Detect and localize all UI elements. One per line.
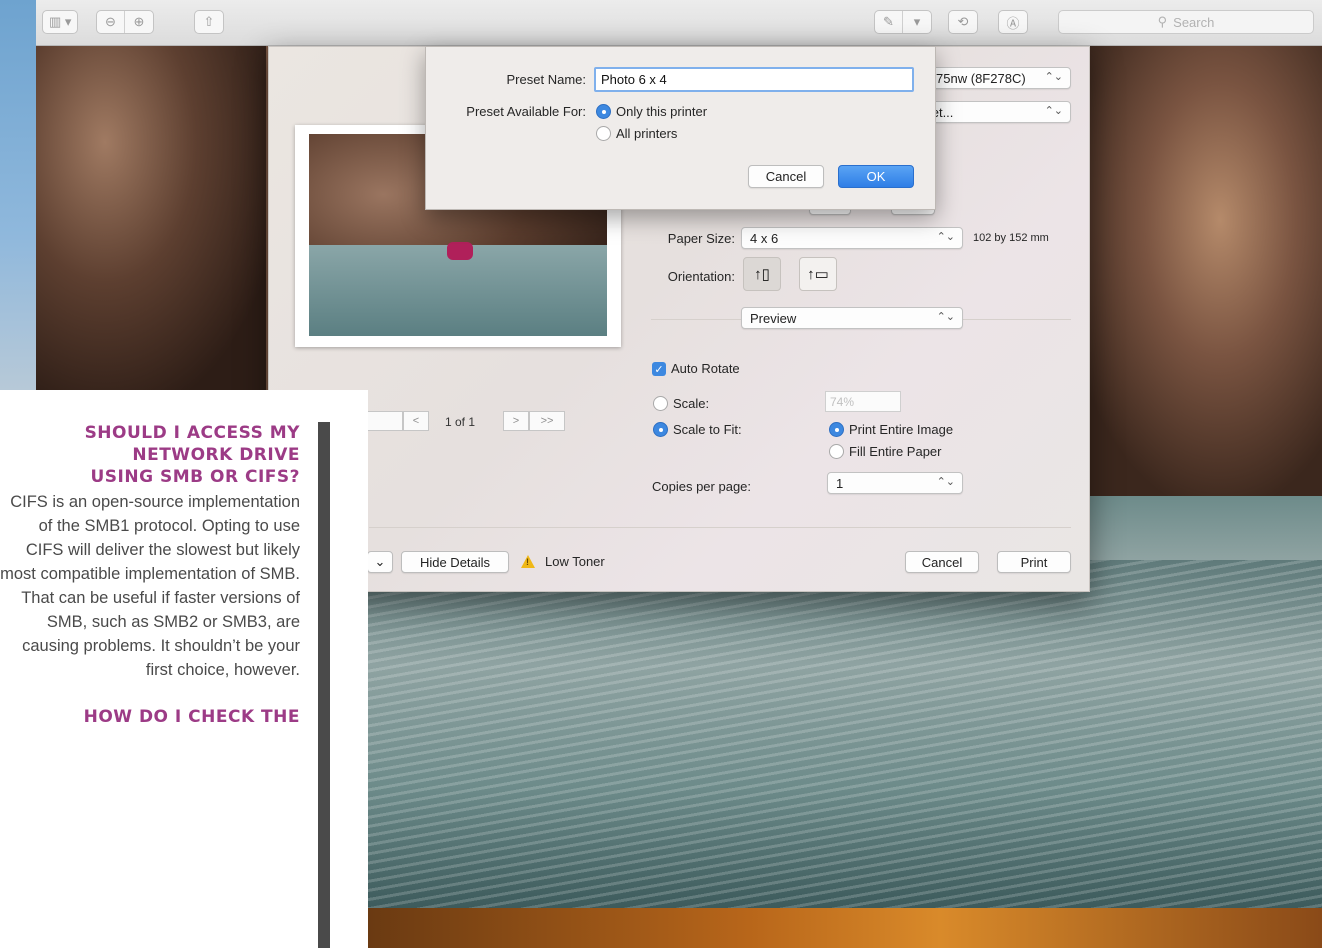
background-water-right — [1067, 496, 1322, 560]
auto-rotate-checkbox[interactable]: ✓ — [652, 362, 666, 376]
copies-per-page-value: 1 — [836, 475, 844, 491]
share-icon[interactable]: ⇧ — [195, 11, 223, 33]
orientation-label: Orientation: — [667, 269, 735, 284]
fill-entire-paper-radio[interactable] — [829, 444, 844, 459]
hide-details-button[interactable]: Hide Details — [401, 551, 509, 573]
article-heading: SHOULD I ACCESS MY NETWORK DRIVE USING S… — [84, 423, 300, 487]
page-prev-button[interactable]: < — [403, 411, 429, 431]
fill-entire-paper-label: Fill Entire Paper — [849, 444, 942, 459]
page-first-button[interactable] — [363, 411, 403, 431]
background-sunset-strip — [368, 908, 1322, 948]
portrait-orientation-icon[interactable]: ↑▯ — [743, 257, 781, 291]
page-count: 1 of 1 — [445, 415, 476, 429]
article-paragraph: CIFS is an open-source implementation of… — [0, 493, 300, 679]
updown-arrows-icon: ⌃⌄ — [936, 311, 955, 323]
background-water — [368, 560, 1322, 910]
search-field[interactable]: ⚲ Search — [1058, 10, 1314, 34]
article-vertical-rule — [318, 422, 330, 948]
share-group: ⇧ — [194, 10, 224, 34]
scale-label: Scale: — [673, 396, 710, 411]
landscape-orientation-icon[interactable]: ↑▭ — [799, 257, 837, 291]
search-placeholder: Search — [1173, 14, 1215, 30]
paper-size-label: Paper Size: — [667, 231, 735, 246]
app-settings-select[interactable]: Preview ⌃⌄ — [741, 307, 963, 329]
cancel-button[interactable]: Cancel — [905, 551, 979, 573]
page-nav-back: < — [363, 411, 429, 431]
pdf-menu-button[interactable]: ⌄ — [367, 551, 393, 573]
save-preset-dialog: Preset Name: Photo 6 x 4 Preset Availabl… — [425, 46, 936, 210]
low-toner-warning-icon — [521, 555, 535, 568]
page-last-button[interactable]: >> — [529, 411, 565, 431]
rotate-group: ⟲ — [948, 10, 978, 34]
scale-to-fit-radio[interactable] — [653, 422, 668, 437]
preset-cancel-button[interactable]: Cancel — [748, 165, 824, 188]
page-nav-forward: > >> — [503, 411, 565, 431]
markup-menu-icon[interactable]: ▾ — [903, 11, 931, 33]
print-entire-image-label: Print Entire Image — [849, 422, 954, 437]
scale-percent-input[interactable]: 74% — [825, 391, 901, 412]
preview-toolbar: ▥ ▾ ⊖ ⊕ ⇧ ✎ ▾ ⟲ Ⓐ ⚲ Search — [36, 0, 1322, 46]
annotate-icon[interactable]: Ⓐ — [999, 11, 1027, 33]
paper-size-select[interactable]: 4 x 6 ⌃⌄ — [741, 227, 963, 249]
print-entire-image-radio[interactable] — [829, 422, 844, 437]
markup-pen-icon[interactable]: ✎ — [875, 11, 903, 33]
article-heading: HOW DO I CHECK THE — [83, 707, 300, 727]
paper-size-value: 4 x 6 — [750, 230, 779, 246]
updown-arrows-icon: ⌃⌄ — [1044, 71, 1063, 83]
zoom-out-icon[interactable]: ⊖ — [97, 11, 125, 33]
updown-arrows-icon: ⌃⌄ — [936, 476, 955, 488]
preset-ok-button[interactable]: OK — [838, 165, 914, 188]
preset-available-label: Preset Available For: — [466, 104, 586, 119]
scale-to-fit-label: Scale to Fit: — [673, 422, 742, 437]
copies-per-page-label: Copies per page: — [652, 479, 752, 494]
app-settings-value: Preview — [750, 310, 797, 326]
paper-size-dimensions: 102 by 152 mm — [973, 232, 1049, 244]
preview-diver-figure — [447, 242, 473, 260]
zoom-group: ⊖ ⊕ — [96, 10, 154, 34]
copies-per-page-select[interactable]: 1 ⌃⌄ — [827, 472, 963, 494]
background-sky — [0, 0, 36, 390]
zoom-in-icon[interactable]: ⊕ — [125, 11, 153, 33]
all-printers-radio[interactable] — [596, 126, 611, 141]
rotate-icon[interactable]: ⟲ — [949, 11, 977, 33]
search-icon: ⚲ — [1157, 14, 1168, 29]
page-next-button[interactable]: > — [503, 411, 529, 431]
markup-group: ✎ ▾ — [874, 10, 932, 34]
sidebar-toggle-group[interactable]: ▥ ▾ — [42, 10, 79, 34]
only-this-printer-radio[interactable] — [596, 104, 611, 119]
only-this-printer-label: Only this printer — [616, 104, 708, 119]
print-button[interactable]: Print — [997, 551, 1071, 573]
background-rocks-right — [1067, 36, 1322, 496]
preset-name-label: Preset Name: — [506, 72, 586, 87]
annotate-group: Ⓐ — [998, 10, 1028, 34]
background-rocks-left — [36, 36, 266, 390]
sidebar-toggle-icon[interactable]: ▥ ▾ — [43, 11, 77, 33]
all-printers-label: All printers — [616, 126, 678, 141]
updown-arrows-icon: ⌃⌄ — [1044, 105, 1063, 117]
updown-arrows-icon: ⌃⌄ — [936, 231, 955, 243]
preset-name-input[interactable]: Photo 6 x 4 — [594, 67, 914, 92]
article-sidebar: SHOULD I ACCESS MY NETWORK DRIVE USING S… — [0, 390, 368, 948]
footer-divider — [369, 527, 1071, 528]
article-body: SHOULD I ACCESS MY NETWORK DRIVE USING S… — [0, 422, 300, 728]
auto-rotate-label: Auto Rotate — [671, 361, 740, 376]
low-toner-label: Low Toner — [545, 554, 605, 569]
scale-radio[interactable] — [653, 396, 668, 411]
